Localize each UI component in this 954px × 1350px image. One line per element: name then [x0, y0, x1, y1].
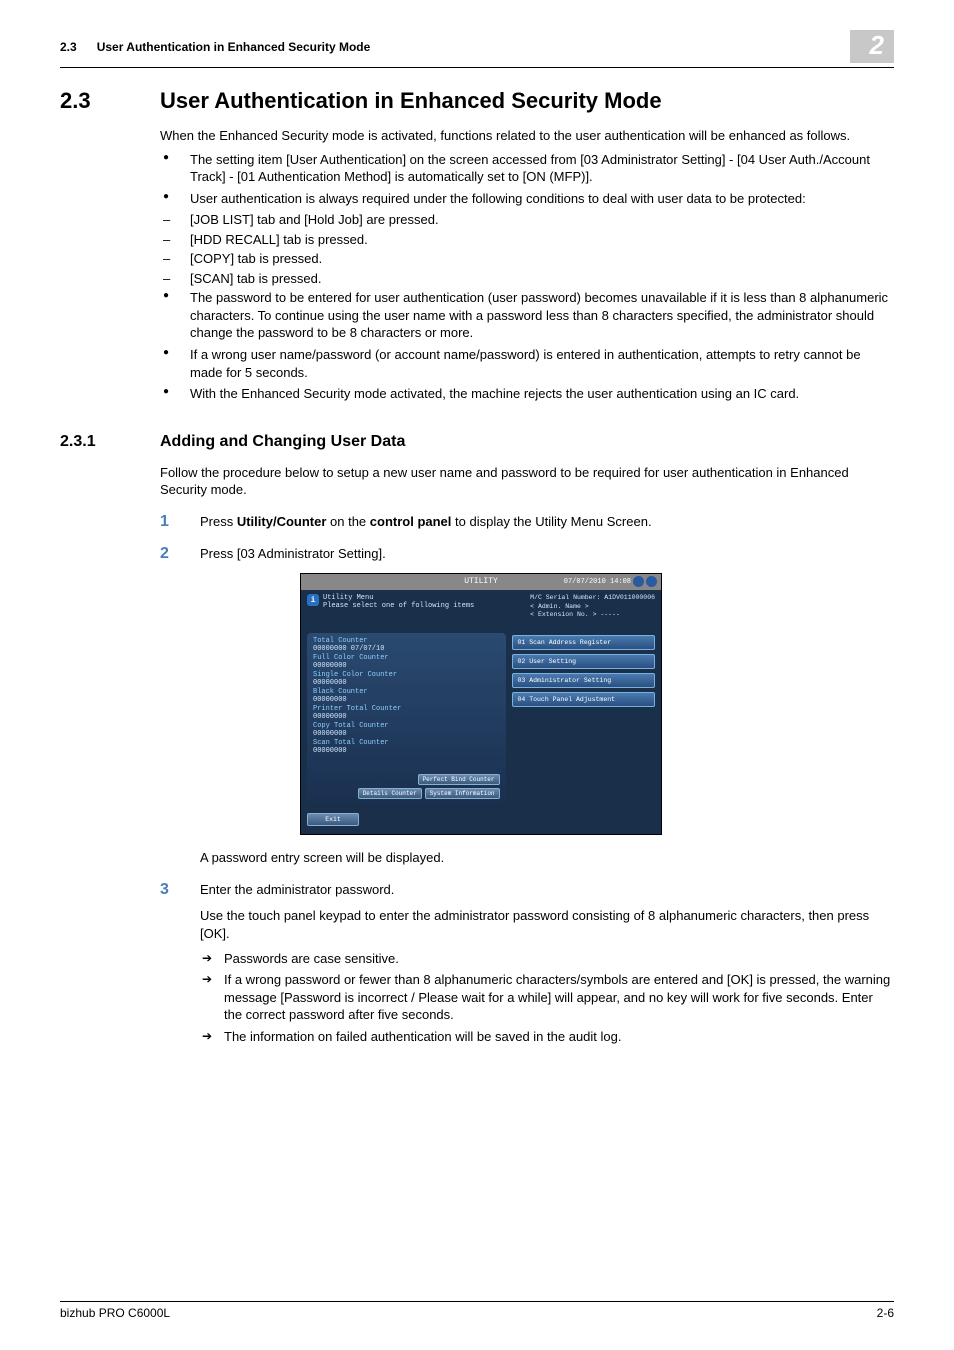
memory-icon	[633, 576, 644, 587]
footer-model: bizhub PRO C6000L	[60, 1306, 170, 1320]
header-running-title: User Authentication in Enhanced Security…	[97, 40, 371, 54]
menu-panel: 01 Scan Address Register 02 User Setting…	[512, 633, 655, 803]
section-intro: When the Enhanced Security mode is activ…	[160, 127, 894, 145]
bullet-item: The setting item [User Authentication] o…	[160, 151, 894, 186]
figure-extension: < Extension No. > -----	[530, 611, 655, 619]
bullet-item: The password to be entered for user auth…	[160, 289, 894, 342]
subsection-title: Adding and Changing User Data	[160, 433, 405, 451]
bullet-item: If a wrong user name/password (or accoun…	[160, 346, 894, 381]
menu-scan-address-register[interactable]: 01 Scan Address Register	[512, 635, 655, 650]
figure-title: UTILITY	[464, 577, 498, 586]
step-3: 3 Enter the administrator password. Use …	[160, 881, 894, 1049]
arrow-list: Passwords are case sensitive. If a wrong…	[200, 950, 894, 1046]
arrow-item: The information on failed authentication…	[200, 1028, 894, 1046]
figure-admin-name: < Admin. Name >	[530, 603, 655, 611]
subsection-number: 2.3.1	[60, 433, 160, 451]
running-header: 2.3 User Authentication in Enhanced Secu…	[60, 30, 894, 68]
dash-item: [COPY] tab is pressed.	[160, 250, 894, 268]
menu-touch-panel-adjustment[interactable]: 04 Touch Panel Adjustment	[512, 692, 655, 707]
step-number: 3	[160, 881, 200, 1049]
dash-item: [SCAN] tab is pressed.	[160, 270, 894, 288]
bullet-item: User authentication is always required u…	[160, 190, 894, 208]
help-icon	[646, 576, 657, 587]
step-text: Press [03 Administrator Setting].	[200, 545, 386, 563]
perfect-bind-counter-button[interactable]: Perfect Bind Counter	[418, 774, 500, 785]
figure-datetime: 07/07/2010 14:08	[564, 574, 631, 590]
bullet-list-top: The setting item [User Authentication] o…	[160, 151, 894, 208]
arrow-item: If a wrong password or fewer than 8 alph…	[200, 971, 894, 1024]
exit-button[interactable]: Exit	[307, 813, 359, 826]
counter-panel: Total Counter00000000 07/07/10 Full Colo…	[307, 633, 506, 803]
section-number: 2.3	[60, 88, 160, 114]
page-footer: bizhub PRO C6000L 2-6	[60, 1301, 894, 1320]
menu-administrator-setting[interactable]: 03 Administrator Setting	[512, 673, 655, 688]
dash-item: [JOB LIST] tab and [Hold Job] are presse…	[160, 211, 894, 229]
step-2: 2 Press [03 Administrator Setting].	[160, 545, 894, 563]
chapter-badge: 2	[850, 30, 894, 63]
details-counter-button[interactable]: Details Counter	[358, 788, 422, 799]
bullet-item: With the Enhanced Security mode activate…	[160, 385, 894, 403]
step-number: 1	[160, 513, 200, 531]
step-number: 2	[160, 545, 200, 563]
step-text: Press Utility/Counter on the control pan…	[200, 513, 652, 531]
step-1: 1 Press Utility/Counter on the control p…	[160, 513, 894, 531]
dash-item: [HDD RECALL] tab is pressed.	[160, 231, 894, 249]
section-title: User Authentication in Enhanced Security…	[160, 88, 662, 114]
figure-info-sub: Please select one of following items	[323, 602, 474, 610]
subsection-intro: Follow the procedure below to setup a ne…	[160, 464, 894, 499]
step-text: Enter the administrator password. Use th…	[200, 881, 894, 1049]
utility-menu-figure: UTILITY 07/07/2010 14:08 i Utility Menu …	[300, 573, 894, 835]
arrow-item: Passwords are case sensitive.	[200, 950, 894, 968]
footer-page-number: 2-6	[877, 1306, 894, 1320]
system-information-button[interactable]: System Information	[425, 788, 500, 799]
bullet-list-bottom: The password to be entered for user auth…	[160, 289, 894, 402]
dash-list: [JOB LIST] tab and [Hold Job] are presse…	[160, 211, 894, 287]
header-section-number: 2.3	[60, 40, 77, 54]
figure-titlebar: UTILITY 07/07/2010 14:08	[301, 574, 661, 590]
figure-info-title: Utility Menu	[323, 594, 474, 602]
info-icon: i	[307, 594, 319, 606]
figure-serial: M/C Serial Number: A1DV011000006	[530, 594, 655, 602]
step-2-note: A password entry screen will be displaye…	[200, 849, 894, 867]
menu-user-setting[interactable]: 02 User Setting	[512, 654, 655, 669]
